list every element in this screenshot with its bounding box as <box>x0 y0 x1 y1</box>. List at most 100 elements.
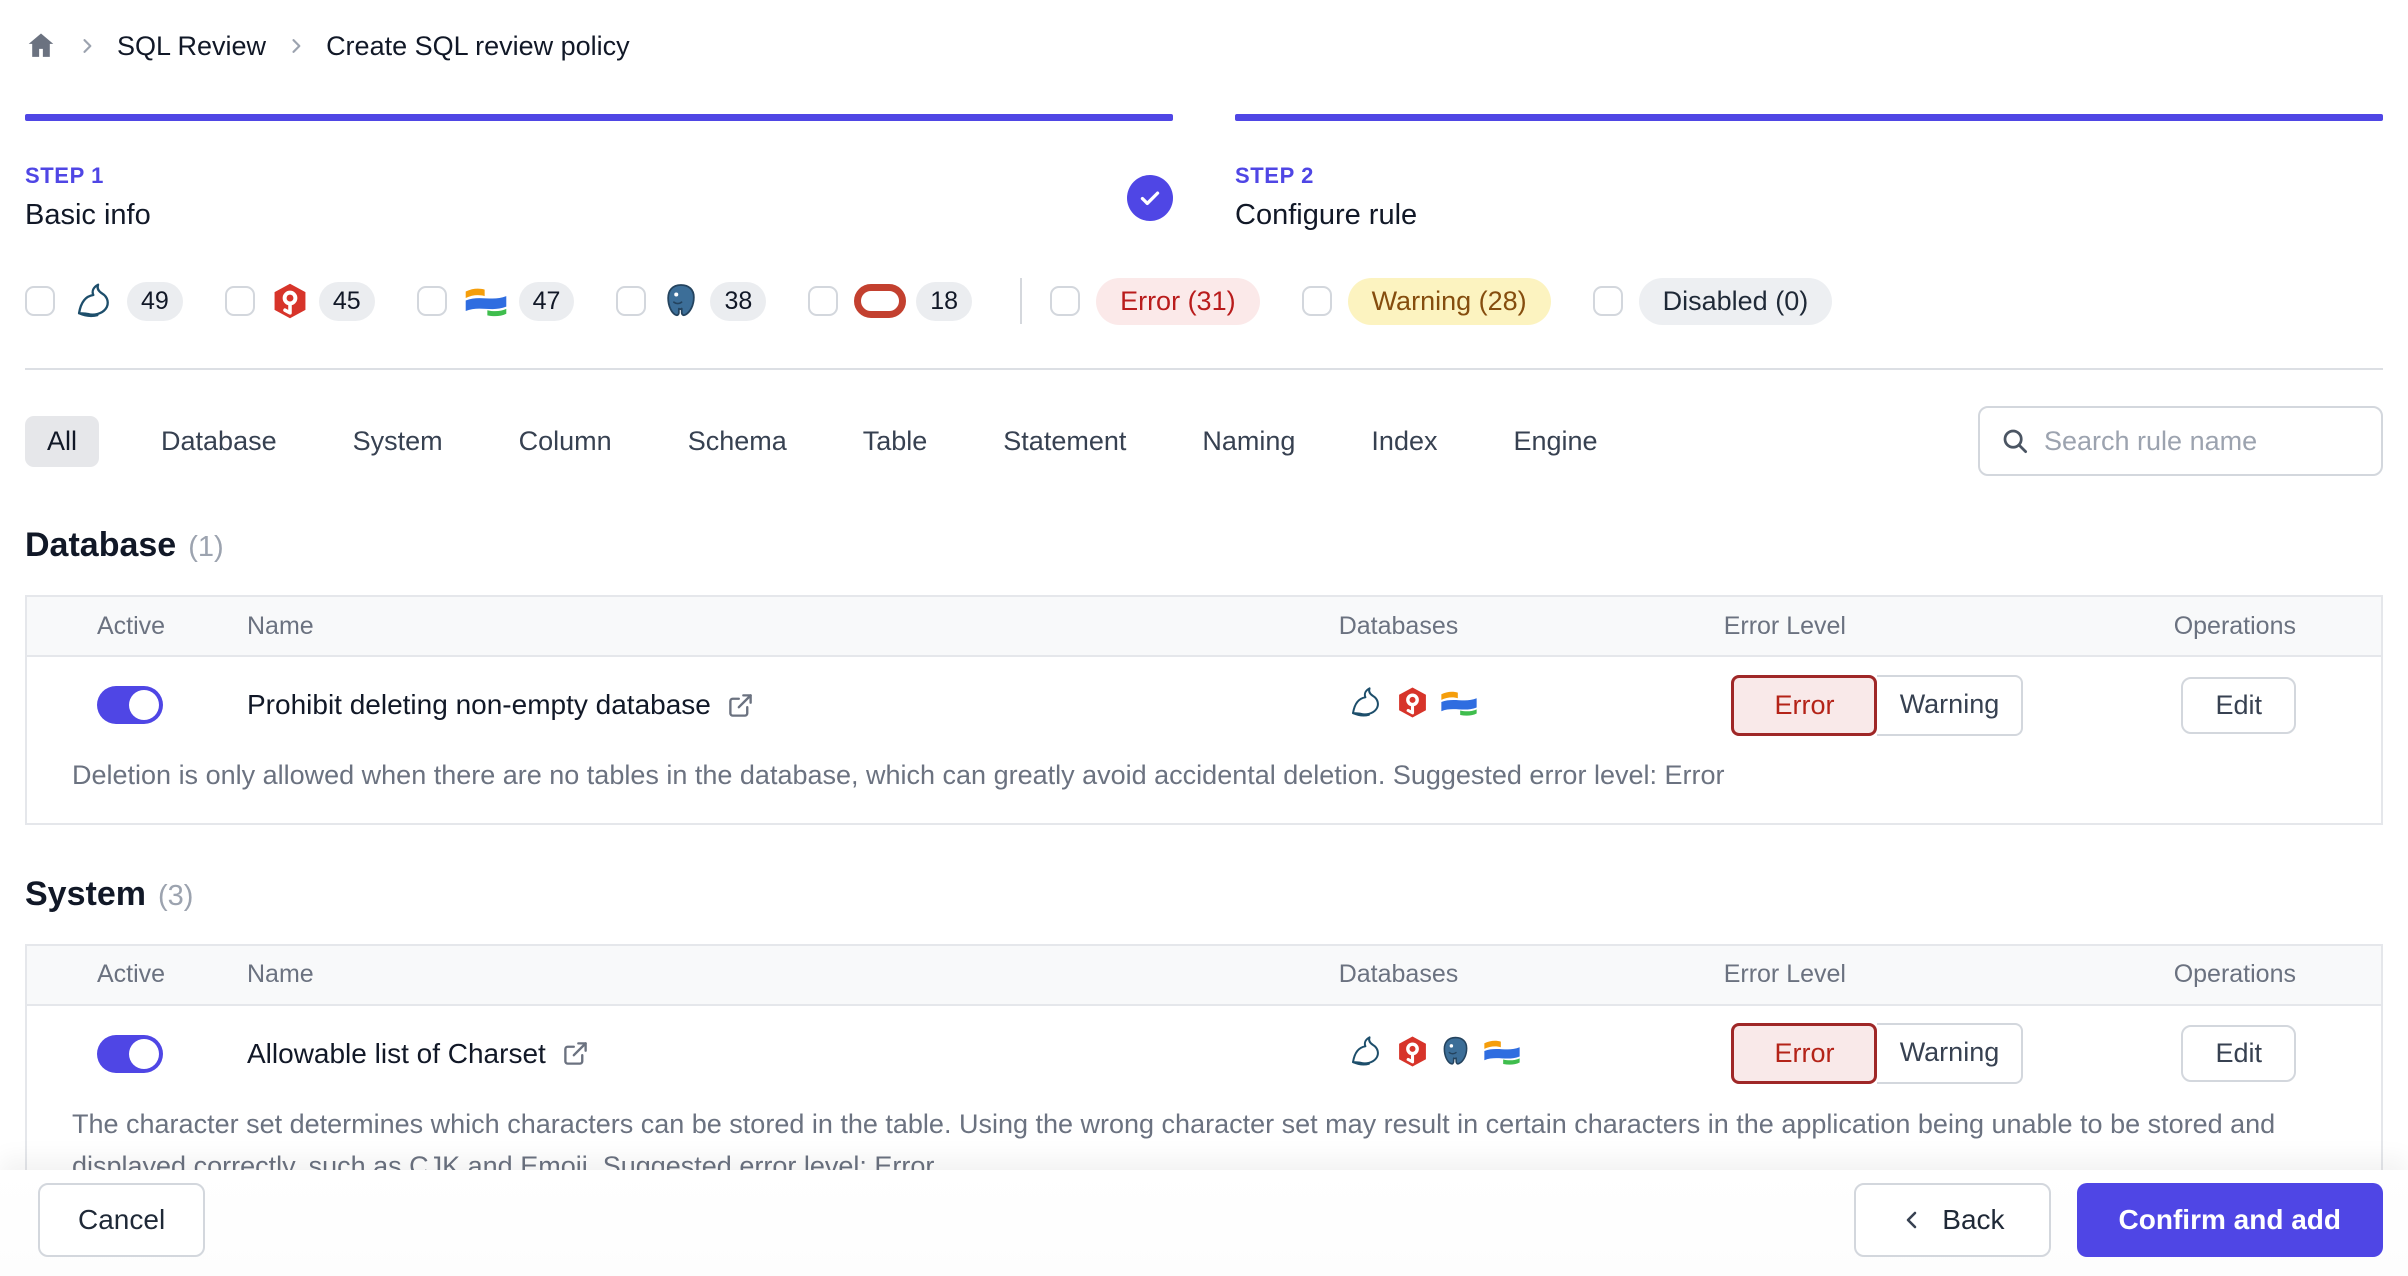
search-rule-box <box>1978 406 2383 476</box>
filter-bar: 49 45 47 38 18 Error (31) Warning (28) D… <box>25 277 2383 325</box>
rule-name: Allowable list of Charset <box>247 1037 546 1069</box>
col-operations: Operations <box>2173 611 2296 640</box>
tab-all[interactable]: All <box>25 415 100 467</box>
table-header-row: Active Name Databases Error Level Operat… <box>27 597 2381 655</box>
step-2-progress-bar <box>1235 114 2383 121</box>
chevron-right-icon <box>77 36 97 56</box>
back-button-label: Back <box>1942 1204 2005 1235</box>
section-title: System <box>25 874 146 913</box>
breadcrumb-current-page: Create SQL review policy <box>326 30 630 61</box>
col-databases: Databases <box>1338 611 1459 640</box>
tidb-count-badge: 45 <box>318 281 375 321</box>
section-title: Database <box>25 526 177 564</box>
tab-column[interactable]: Column <box>519 426 612 457</box>
error-level-segmented: Error Warning <box>1731 1023 2181 1085</box>
rule-active-toggle[interactable] <box>97 686 163 724</box>
step-1: STEP 1 Basic info <box>25 114 1173 232</box>
error-level-option-warning[interactable]: Warning <box>1877 674 2024 736</box>
oracle-checkbox[interactable] <box>808 286 839 316</box>
postgres-checkbox[interactable] <box>616 286 647 316</box>
table-header-row: Active Name Databases Error Level Operat… <box>27 945 2381 1004</box>
col-active: Active <box>97 960 166 989</box>
check-circle-icon <box>1127 174 1173 221</box>
tidb-checkbox[interactable] <box>224 286 255 316</box>
mysql-icon <box>1346 686 1386 724</box>
back-button[interactable]: Back <box>1854 1183 2051 1257</box>
postgres-icon <box>1439 1035 1472 1073</box>
postgres-count-badge: 38 <box>710 281 767 321</box>
tab-statement[interactable]: Statement <box>1003 426 1126 457</box>
create-sql-review-policy-page: SQL Review Create SQL review policy STEP… <box>0 0 2408 1276</box>
cancel-button[interactable]: Cancel <box>38 1183 206 1257</box>
tab-schema[interactable]: Schema <box>688 426 787 457</box>
tab-system[interactable]: System <box>353 426 443 457</box>
external-link-icon[interactable] <box>562 1040 589 1067</box>
mysql-icon <box>71 282 117 320</box>
breadcrumb: SQL Review Create SQL review policy <box>25 0 2383 68</box>
filter-warning-level: Warning (28) <box>1301 277 1551 325</box>
filter-mysql: 49 <box>25 281 183 321</box>
oracle-count-badge: 18 <box>916 281 973 321</box>
external-link-icon[interactable] <box>727 692 754 719</box>
footer-action-bar: Cancel Back Confirm and add <box>0 1170 2408 1276</box>
filter-error-level: Error (31) <box>1050 277 1260 325</box>
confirm-and-add-button[interactable]: Confirm and add <box>2076 1183 2383 1257</box>
tidb-icon <box>1396 686 1429 724</box>
tab-index[interactable]: Index <box>1371 426 1437 457</box>
home-icon[interactable] <box>25 30 57 62</box>
step-1-label: STEP 1 <box>25 163 105 188</box>
warning-checkbox[interactable] <box>1301 286 1332 316</box>
mysql-count-badge: 49 <box>127 281 183 321</box>
oceanbase-count-badge: 47 <box>518 281 575 321</box>
step-2-label: STEP 2 <box>1235 163 1315 188</box>
edit-button[interactable]: Edit <box>2181 676 2296 734</box>
filter-oceanbase: 47 <box>416 281 575 321</box>
disabled-checkbox[interactable] <box>1592 286 1623 316</box>
error-checkbox[interactable] <box>1050 286 1081 316</box>
oracle-icon <box>854 284 907 318</box>
col-name: Name <box>247 960 314 989</box>
oceanbase-checkbox[interactable] <box>416 286 447 316</box>
section-divider <box>25 368 2383 370</box>
chevron-right-icon <box>286 36 306 56</box>
col-name: Name <box>247 611 314 640</box>
oceanbase-icon <box>1482 1036 1522 1072</box>
filter-postgres: 38 <box>616 281 767 321</box>
tab-naming[interactable]: Naming <box>1202 426 1295 457</box>
postgres-icon <box>662 282 700 320</box>
col-databases: Databases <box>1338 960 1459 989</box>
rule-engine-icons <box>1346 1035 1731 1073</box>
rule-active-toggle[interactable] <box>97 1034 163 1073</box>
tab-table[interactable]: Table <box>863 426 928 457</box>
database-section-heading: Database (1) <box>25 526 2383 565</box>
tidb-icon <box>1396 1035 1429 1073</box>
search-icon <box>2000 426 2044 456</box>
chevron-left-icon <box>1900 1208 1924 1232</box>
col-operations: Operations <box>2173 960 2296 989</box>
col-error-level: Error Level <box>1723 611 1846 640</box>
oceanbase-icon <box>463 283 509 319</box>
search-input[interactable] <box>2044 425 2361 457</box>
breadcrumb-sql-review[interactable]: SQL Review <box>117 31 266 62</box>
step-1-progress-bar <box>25 114 1173 121</box>
tab-database[interactable]: Database <box>161 426 277 457</box>
filter-disabled-level: Disabled (0) <box>1592 277 1833 325</box>
database-rules-table: Active Name Databases Error Level Operat… <box>25 595 2383 825</box>
error-level-segmented: Error Warning <box>1731 674 2181 736</box>
col-error-level: Error Level <box>1723 960 1846 989</box>
filter-divider <box>1020 278 1023 324</box>
rule-description: Deletion is only allowed when there are … <box>72 760 1725 790</box>
rule-engine-icons <box>1346 686 1731 724</box>
step-2-title: Configure rule <box>1235 199 1418 231</box>
oceanbase-icon <box>1439 687 1479 723</box>
edit-button[interactable]: Edit <box>2181 1025 2296 1083</box>
error-filter-pill: Error (31) <box>1096 277 1260 325</box>
mysql-icon <box>1346 1035 1386 1073</box>
tab-engine[interactable]: Engine <box>1513 426 1597 457</box>
disabled-filter-pill: Disabled (0) <box>1638 277 1833 325</box>
error-level-option-error[interactable]: Error <box>1731 1023 1878 1085</box>
error-level-option-warning[interactable]: Warning <box>1877 1023 2024 1085</box>
mysql-checkbox[interactable] <box>25 286 55 316</box>
step-1-title: Basic info <box>25 199 151 231</box>
error-level-option-error[interactable]: Error <box>1731 674 1878 736</box>
